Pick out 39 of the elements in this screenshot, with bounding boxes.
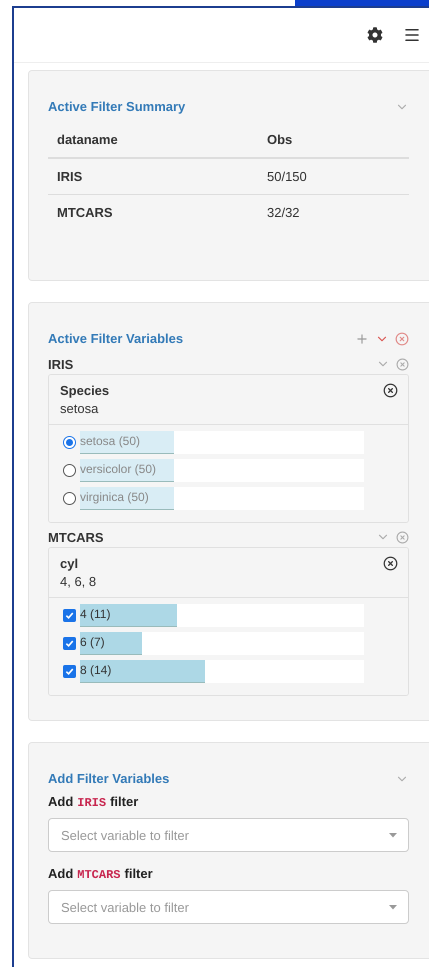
card-title: Add Filter Variables	[48, 771, 170, 786]
option-label[interactable]: 8 (14)	[80, 663, 112, 677]
variable-name: Species	[60, 383, 110, 398]
radio-button[interactable]	[63, 464, 76, 477]
add-icon[interactable]	[355, 332, 369, 346]
settings-icon[interactable]	[367, 27, 383, 43]
option-label[interactable]: 4 (11)	[80, 607, 110, 621]
column-header: dataname	[48, 122, 258, 159]
checkbox[interactable]	[63, 665, 76, 678]
remove-icon[interactable]	[383, 556, 398, 571]
filter-value: setosa	[60, 401, 100, 416]
column-header: Obs	[258, 122, 409, 159]
dataset-code: MTCARS	[77, 868, 120, 882]
card-title: Active Filter Variables	[48, 331, 184, 346]
caret-icon	[389, 905, 397, 910]
checkbox[interactable]	[63, 609, 76, 622]
menu-icon[interactable]	[403, 26, 421, 44]
radio-button[interactable]	[63, 492, 76, 505]
dataset-code: IRIS	[77, 796, 106, 810]
add-label: Add	[48, 866, 74, 881]
table-cell-text: MTCARS	[56, 204, 114, 222]
caret-icon	[389, 833, 397, 838]
checkbox[interactable]	[63, 637, 76, 650]
select-field[interactable]: Select variable to filter	[48, 890, 409, 924]
table-cell-text: 32/32	[266, 204, 301, 222]
dataset-name: MTCARS	[48, 530, 104, 544]
table-cell: 50/150	[258, 159, 409, 195]
select-field[interactable]: Select variable to filter	[48, 818, 409, 852]
option-label[interactable]: 6 (7)	[80, 635, 105, 649]
filter-value: 4, 6, 8	[60, 574, 96, 589]
add-label: filter	[124, 866, 153, 881]
card-title: Active Filter Summary	[48, 99, 186, 114]
remove-icon[interactable]	[383, 383, 398, 398]
variable-name: cyl	[60, 556, 80, 571]
table-cell: IRIS	[48, 159, 258, 195]
add-label: filter	[110, 794, 138, 809]
add-label: Add	[48, 794, 74, 809]
radio-button[interactable]	[63, 436, 76, 449]
dataset-name: IRIS	[48, 356, 74, 372]
